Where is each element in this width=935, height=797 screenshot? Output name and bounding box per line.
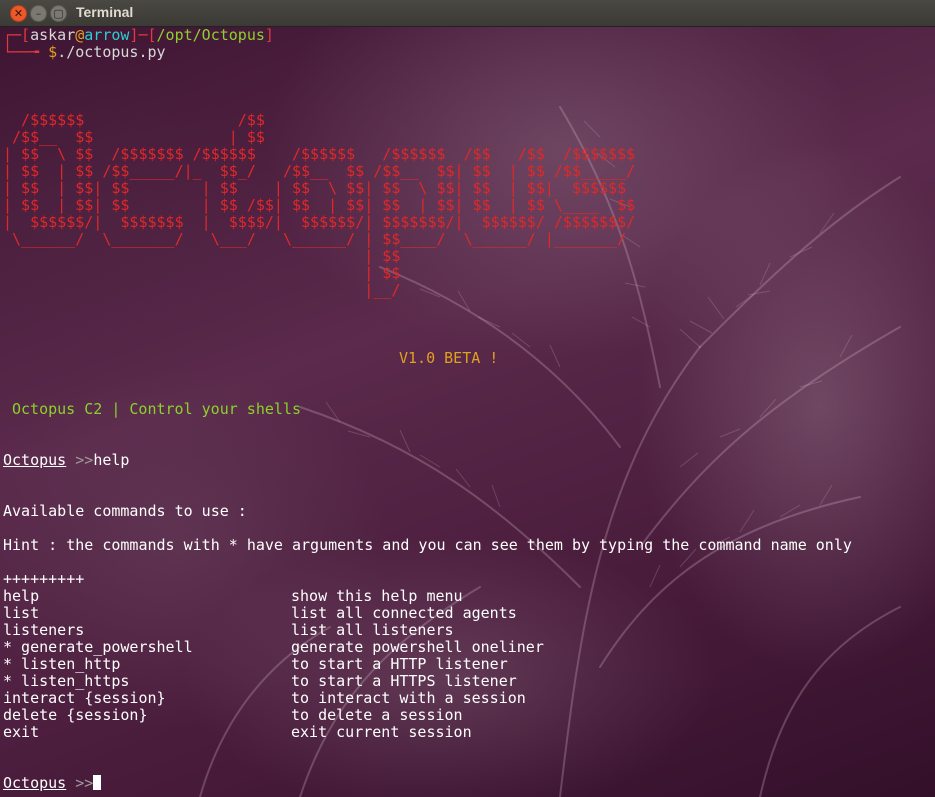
command-row: * listen_https to start a HTTPS listener [0,673,935,690]
banner-line: /$$$$$$ /$$ [3,111,265,129]
text-cursor [93,775,102,790]
minimize-icon[interactable]: – [30,5,47,22]
typed-command: help [93,451,130,469]
command-row: exit exit current session [0,724,935,741]
terminal-window: ✕ – ▢ Terminal ┌─[askar@arrow]─[/opt/Oct… [0,0,935,797]
command-name: listeners [3,621,85,639]
entered-command: ./octopus.py [57,43,166,61]
close-icon[interactable]: ✕ [10,5,27,22]
banner-line: | $$ | $$| $$ | $$ | $$ \ $$| $$ \ $$| $… [3,179,627,197]
help-divider: +++++++++ [3,570,85,588]
prompt-path: /opt/Octopus [156,27,265,44]
prompt-line-2: └──╼ $./octopus.py [3,43,166,61]
command-name: * listen_http [3,655,121,673]
command-name: * listen_https [3,672,130,690]
window-title: Terminal [76,4,134,20]
command-row: listeners list all listeners [0,622,935,639]
command-name: exit [3,723,40,741]
octopus-prompt-2[interactable]: Octopus >> [3,775,102,792]
command-desc: show this help menu [291,587,463,605]
terminal-area[interactable]: ┌─[askar@arrow]─[/opt/Octopus] └──╼ $./o… [0,27,935,797]
command-desc: generate powershell oneliner [291,638,544,656]
banner-line: /$$__ $$ | $$ [3,128,265,146]
command-desc: to interact with a session [291,689,526,707]
command-row: delete {session} to delete a session [0,707,935,724]
banner-line: | $$ | $$| $$ | $$ /$$| $$ | $$| $$ | $$… [3,196,636,214]
banner-line: \______/ \_______/ \___/ \______/ | $$__… [3,230,627,248]
banner-line: | $$ | $$ /$$_____/|_ $$_/ /$$__ $$ /$$_… [3,162,636,180]
command-name: list [3,604,40,622]
title-bar[interactable]: ✕ – ▢ Terminal [0,0,935,27]
version-label: V1.0 BETA ! [399,349,499,367]
command-name: help [3,587,40,605]
prompt-user: askar [30,27,76,44]
command-desc: to delete a session [291,706,463,724]
maximize-icon[interactable]: ▢ [50,5,67,22]
command-desc: list all connected agents [291,604,517,622]
command-desc: exit current session [291,723,472,741]
tagline: Octopus C2 | Control your shells [12,400,301,418]
banner-line: | $$ [3,247,401,265]
command-row: * generate_powershell generate powershell… [0,639,935,656]
command-desc: to start a HTTP listener [291,655,508,673]
banner-line: | $$ \ $$ /$$$$$$$ /$$$$$$ /$$$$$$ /$$$$… [3,145,636,163]
banner-line: | $$ [3,264,401,282]
command-row: list list all connected agents [0,605,935,622]
banner-line: | $$$$$$/| $$$$$$$ | $$$$/| $$$$$$/| $$$… [3,213,636,231]
command-desc: list all listeners [291,621,454,639]
command-name: * generate_powershell [3,638,193,656]
command-name: delete {session} [3,706,148,724]
help-hint: Hint : the commands with * have argument… [3,536,852,554]
prompt-line-1: ┌─[askar@arrow]─[/opt/Octopus] [3,27,274,44]
banner-line: |__/ [3,281,401,299]
command-row: help show this help menu [0,588,935,605]
octopus-prompt-1: Octopus >>help [3,451,130,469]
command-row: * listen_http to start a HTTP listener [0,656,935,673]
help-heading: Available commands to use : [3,502,247,520]
command-name: interact {session} [3,689,166,707]
prompt-host: arrow [84,27,130,44]
command-row: interact {session} to interact with a ses… [0,690,935,707]
command-desc: to start a HTTPS listener [291,672,517,690]
